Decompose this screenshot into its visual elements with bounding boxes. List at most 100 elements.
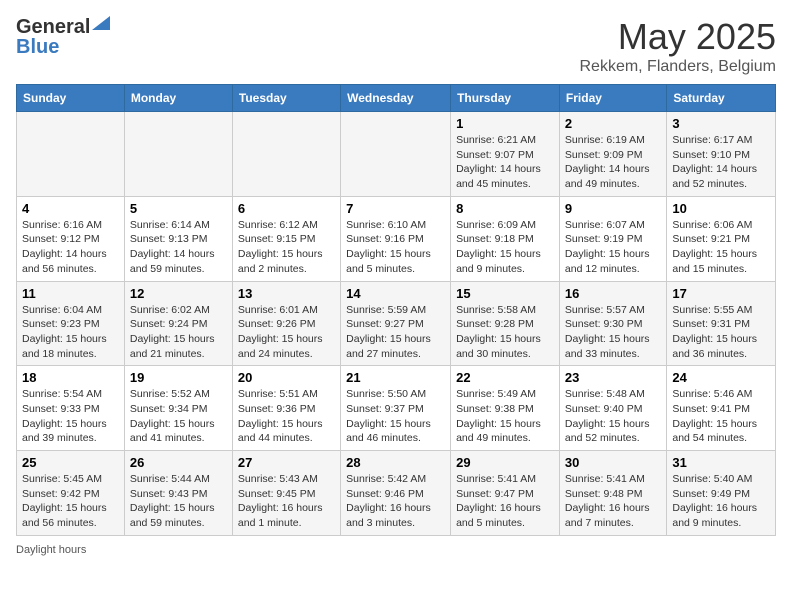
calendar-cell: 12 Sunrise: 6:02 AM Sunset: 9:24 PM Dayli… [124,281,232,366]
main-title: May 2025 [579,16,776,58]
calendar-cell: 15 Sunrise: 5:58 AM Sunset: 9:28 PM Dayli… [451,281,560,366]
day-info: Sunrise: 6:19 AM Sunset: 9:09 PM Dayligh… [565,133,661,192]
column-header-wednesday: Wednesday [341,85,451,112]
calendar-cell: 28 Sunrise: 5:42 AM Sunset: 9:46 PM Dayli… [341,451,451,536]
calendar-cell: 20 Sunrise: 5:51 AM Sunset: 9:36 PM Dayli… [232,366,340,451]
calendar-cell [17,112,125,197]
calendar-cell: 14Sunrise: 5:59 AM Sunset: 9:27 PM Dayli… [341,281,451,366]
column-header-monday: Monday [124,85,232,112]
day-info: Sunrise: 5:50 AM Sunset: 9:37 PM Dayligh… [346,387,445,446]
day-number: 17 [672,286,770,301]
day-info: Sunrise: 6:10 AM Sunset: 9:16 PM Dayligh… [346,218,445,277]
calendar-cell: 7 Sunrise: 6:10 AM Sunset: 9:16 PM Daylig… [341,196,451,281]
day-info: Sunrise: 5:46 AM Sunset: 9:41 PM Dayligh… [672,387,770,446]
calendar-cell: 10 Sunrise: 6:06 AM Sunset: 9:21 PM Dayli… [667,196,776,281]
day-info: Sunrise: 5:49 AM Sunset: 9:38 PM Dayligh… [456,387,554,446]
day-number: 10 [672,201,770,216]
subtitle: Rekkem, Flanders, Belgium [579,58,776,76]
day-number: 12 [130,286,227,301]
day-number: 8 [456,201,554,216]
day-number: 2 [565,116,661,131]
day-info: Sunrise: 6:06 AM Sunset: 9:21 PM Dayligh… [672,218,770,277]
calendar-cell: 25Sunrise: 5:45 AM Sunset: 9:42 PM Dayli… [17,451,125,536]
day-info: Sunrise: 5:58 AM Sunset: 9:28 PM Dayligh… [456,303,554,362]
day-number: 30 [565,455,661,470]
column-header-friday: Friday [559,85,666,112]
calendar-cell: 23Sunrise: 5:48 AM Sunset: 9:40 PM Dayli… [559,366,666,451]
day-number: 5 [130,201,227,216]
day-number: 21 [346,370,445,385]
day-number: 7 [346,201,445,216]
day-number: 26 [130,455,227,470]
calendar-cell: 22 Sunrise: 5:49 AM Sunset: 9:38 PM Dayli… [451,366,560,451]
daylight-label: Daylight hours [16,544,86,556]
day-number: 11 [22,286,119,301]
day-number: 9 [565,201,661,216]
day-number: 23 [565,370,661,385]
day-info: Sunrise: 5:44 AM Sunset: 9:43 PM Dayligh… [130,472,227,531]
day-info: Sunrise: 5:42 AM Sunset: 9:46 PM Dayligh… [346,472,445,531]
calendar-cell [341,112,451,197]
logo-triangle-icon [92,16,110,30]
calendar-cell: 16 Sunrise: 5:57 AM Sunset: 9:30 PM Dayli… [559,281,666,366]
calendar-week-4: 18Sunrise: 5:54 AM Sunset: 9:33 PM Dayli… [17,366,776,451]
calendar-cell: 31 Sunrise: 5:40 AM Sunset: 9:49 PM Dayli… [667,451,776,536]
calendar-cell: 11 Sunrise: 6:04 AM Sunset: 9:23 PM Dayli… [17,281,125,366]
calendar-cell: 21 Sunrise: 5:50 AM Sunset: 9:37 PM Dayli… [341,366,451,451]
day-number: 16 [565,286,661,301]
day-info: Sunrise: 5:43 AM Sunset: 9:45 PM Dayligh… [238,472,335,531]
day-info: Sunrise: 5:54 AM Sunset: 9:33 PM Dayligh… [22,387,119,446]
calendar-table: SundayMondayTuesdayWednesdayThursdayFrid… [16,84,776,536]
day-info: Sunrise: 5:57 AM Sunset: 9:30 PM Dayligh… [565,303,661,362]
logo: General Blue [16,16,110,57]
calendar-cell: 17 Sunrise: 5:55 AM Sunset: 9:31 PM Dayli… [667,281,776,366]
calendar-cell: 30 Sunrise: 5:41 AM Sunset: 9:48 PM Dayli… [559,451,666,536]
column-header-tuesday: Tuesday [232,85,340,112]
calendar-cell: 3 Sunrise: 6:17 AM Sunset: 9:10 PM Daylig… [667,112,776,197]
day-number: 14 [346,286,445,301]
day-number: 25 [22,455,119,470]
day-info: Sunrise: 6:09 AM Sunset: 9:18 PM Dayligh… [456,218,554,277]
day-info: Sunrise: 5:52 AM Sunset: 9:34 PM Dayligh… [130,387,227,446]
title-block: May 2025 Rekkem, Flanders, Belgium [579,16,776,76]
day-number: 4 [22,201,119,216]
logo-general-text: General [16,17,90,37]
day-info: Sunrise: 5:51 AM Sunset: 9:36 PM Dayligh… [238,387,335,446]
day-number: 3 [672,116,770,131]
column-header-thursday: Thursday [451,85,560,112]
calendar-cell: 8 Sunrise: 6:09 AM Sunset: 9:18 PM Daylig… [451,196,560,281]
day-number: 31 [672,455,770,470]
day-number: 1 [456,116,554,131]
calendar-week-2: 4Sunrise: 6:16 AM Sunset: 9:12 PM Daylig… [17,196,776,281]
day-info: Sunrise: 5:55 AM Sunset: 9:31 PM Dayligh… [672,303,770,362]
day-info: Sunrise: 5:41 AM Sunset: 9:48 PM Dayligh… [565,472,661,531]
day-info: Sunrise: 6:17 AM Sunset: 9:10 PM Dayligh… [672,133,770,192]
calendar-week-5: 25Sunrise: 5:45 AM Sunset: 9:42 PM Dayli… [17,451,776,536]
day-info: Sunrise: 6:14 AM Sunset: 9:13 PM Dayligh… [130,218,227,277]
footer: Daylight hours [16,544,776,556]
calendar-cell: 13 Sunrise: 6:01 AM Sunset: 9:26 PM Dayli… [232,281,340,366]
day-info: Sunrise: 6:04 AM Sunset: 9:23 PM Dayligh… [22,303,119,362]
day-info: Sunrise: 5:40 AM Sunset: 9:49 PM Dayligh… [672,472,770,531]
day-number: 22 [456,370,554,385]
day-info: Sunrise: 5:41 AM Sunset: 9:47 PM Dayligh… [456,472,554,531]
day-info: Sunrise: 6:02 AM Sunset: 9:24 PM Dayligh… [130,303,227,362]
day-number: 13 [238,286,335,301]
day-number: 15 [456,286,554,301]
column-header-sunday: Sunday [17,85,125,112]
day-info: Sunrise: 6:12 AM Sunset: 9:15 PM Dayligh… [238,218,335,277]
calendar-cell: 24 Sunrise: 5:46 AM Sunset: 9:41 PM Dayli… [667,366,776,451]
day-number: 28 [346,455,445,470]
day-info: Sunrise: 6:21 AM Sunset: 9:07 PM Dayligh… [456,133,554,192]
calendar-cell: 19 Sunrise: 5:52 AM Sunset: 9:34 PM Dayli… [124,366,232,451]
logo-blue-text: Blue [16,37,59,57]
calendar-cell: 5 Sunrise: 6:14 AM Sunset: 9:13 PM Daylig… [124,196,232,281]
calendar-header-row: SundayMondayTuesdayWednesdayThursdayFrid… [17,85,776,112]
calendar-cell: 27Sunrise: 5:43 AM Sunset: 9:45 PM Dayli… [232,451,340,536]
day-number: 20 [238,370,335,385]
day-number: 24 [672,370,770,385]
day-info: Sunrise: 6:01 AM Sunset: 9:26 PM Dayligh… [238,303,335,362]
day-number: 19 [130,370,227,385]
calendar-cell [232,112,340,197]
calendar-week-1: 1 Sunrise: 6:21 AM Sunset: 9:07 PM Daylig… [17,112,776,197]
